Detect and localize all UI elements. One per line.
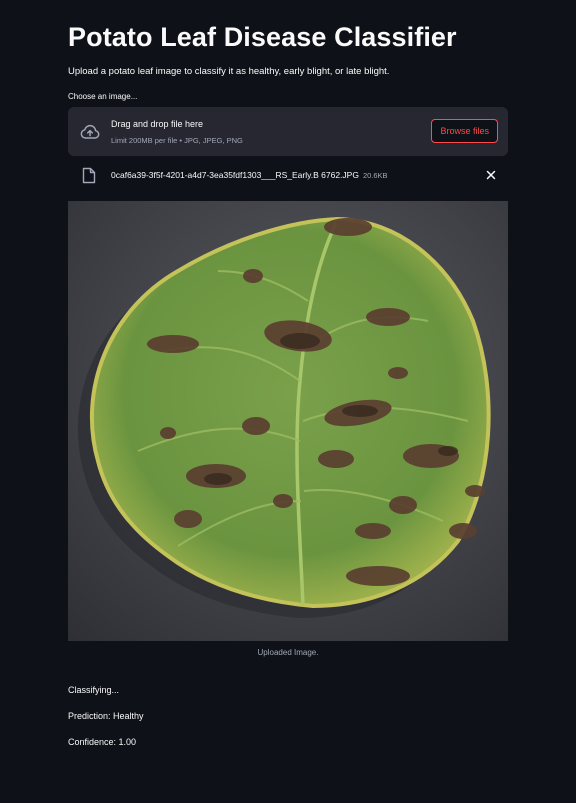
page-subtitle: Upload a potato leaf image to classify i… (68, 66, 390, 77)
file-dropzone[interactable]: Drag and drop file here Limit 200MB per … (68, 107, 508, 156)
prediction-text: Prediction: Healthy (68, 711, 144, 721)
uploaded-file-row: 0caf6a39-3f5f-4201-a4d7-3ea35fdf1303___R… (68, 164, 508, 188)
cloud-upload-icon (80, 124, 100, 139)
browse-files-button[interactable]: Browse files (431, 119, 498, 143)
dropzone-title: Drag and drop file here (111, 119, 204, 129)
close-icon[interactable] (484, 168, 498, 182)
file-icon (82, 167, 96, 184)
uploaded-image (68, 201, 508, 641)
potato-leaf-photo (68, 201, 508, 641)
uploaded-file-name: 0caf6a39-3f5f-4201-a4d7-3ea35fdf1303___R… (111, 170, 388, 180)
confidence-text: Confidence: 1.00 (68, 737, 137, 747)
uploader-label: Choose an image... (68, 92, 138, 101)
classifying-status: Classifying... (68, 685, 120, 695)
image-caption: Uploaded Image. (257, 648, 319, 657)
page-title: Potato Leaf Disease Classifier (68, 22, 457, 52)
app-page: Potato Leaf Disease Classifier Upload a … (0, 0, 576, 803)
dropzone-limits: Limit 200MB per file • JPG, JPEG, PNG (111, 136, 243, 145)
file-name-text: 0caf6a39-3f5f-4201-a4d7-3ea35fdf1303___R… (111, 170, 359, 180)
file-size: 20.6KB (362, 171, 388, 180)
